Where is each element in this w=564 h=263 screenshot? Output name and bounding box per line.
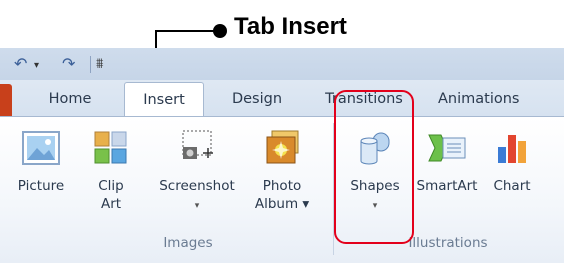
tab-home[interactable]: Home <box>28 82 112 116</box>
photo-album-label: Photo Album ▾ <box>248 177 316 213</box>
photo-album-label-line2: Album ▾ <box>254 196 310 212</box>
picture-label: Picture <box>17 178 65 194</box>
photo-album-button[interactable]: Photo Album ▾ <box>248 125 316 237</box>
smartart-label: SmartArt <box>416 178 478 194</box>
ribbon-insert-panel: Picture Clip Art Screenshot ▾ Photo Albu… <box>0 116 564 263</box>
smartart-icon <box>428 134 466 162</box>
picture-icon <box>22 131 60 165</box>
clip-art-label-line1: Clip <box>98 178 124 194</box>
clip-art-label-line2: Art <box>100 196 122 212</box>
images-group-label: Images <box>163 235 213 251</box>
screenshot-button[interactable]: Screenshot ▾ <box>152 125 242 237</box>
powerpoint-window: ↶ ▾ ↷ ⩩ Home Insert Design Transitions A… <box>0 48 564 263</box>
file-tab[interactable] <box>0 84 12 116</box>
clip-art-icon <box>94 131 127 164</box>
annotation-dot <box>213 24 227 38</box>
quick-access-toolbar: ↶ ▾ ↷ ⩩ <box>0 48 564 80</box>
annotation-pointer-line <box>155 30 157 48</box>
clip-art-label: Clip Art <box>88 177 134 213</box>
screenshot-icon <box>182 130 213 159</box>
picture-button[interactable]: Picture <box>10 125 72 237</box>
ribbon-tabs: Home Insert Design Transitions Animation… <box>0 80 564 118</box>
smartart-button[interactable]: SmartArt <box>412 125 482 237</box>
tab-design[interactable]: Design <box>214 82 300 116</box>
photo-album-icon <box>266 130 299 164</box>
tab-insert[interactable]: Insert <box>124 82 204 118</box>
chart-button[interactable]: Chart <box>484 125 540 237</box>
toolbar-separator <box>90 56 91 73</box>
screenshot-dropdown-icon[interactable]: ▾ <box>195 201 200 211</box>
photo-album-label-line1: Photo <box>262 178 302 194</box>
redo-icon[interactable]: ↷ <box>62 54 75 74</box>
annotation-label: Tab Insert <box>234 13 347 40</box>
screenshot-label-text: Screenshot <box>159 178 235 194</box>
tab-animations[interactable]: Animations <box>432 82 564 116</box>
chart-icon <box>498 135 526 163</box>
clip-art-button[interactable]: Clip Art <box>88 125 134 237</box>
customize-toolbar-icon[interactable]: ⩩ <box>96 54 103 74</box>
annotation-pointer-line-horizontal <box>155 30 217 32</box>
shapes-highlight-box <box>334 90 414 244</box>
screenshot-label: Screenshot ▾ <box>152 177 242 215</box>
chart-label: Chart <box>493 178 531 194</box>
undo-dropdown-icon[interactable]: ▾ <box>34 56 39 76</box>
undo-icon[interactable]: ↶ <box>14 54 27 74</box>
